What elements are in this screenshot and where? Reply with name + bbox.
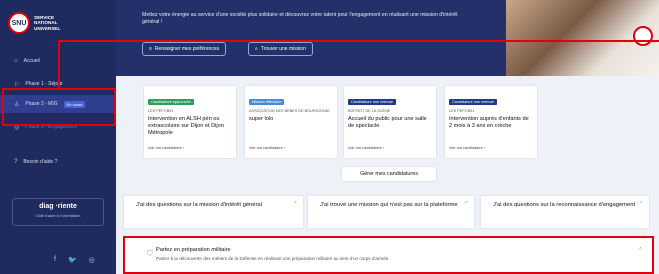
- question-text: J'ai des questions sur la reconnaissance…: [493, 202, 636, 208]
- logo-mark: SNU: [8, 12, 30, 34]
- flag-icon: ⚐: [14, 81, 20, 88]
- find-mission-button[interactable]: ⌕ Trouver une mission: [248, 42, 313, 56]
- snu-logo[interactable]: SNU SERVICE NATIONAL UNIVERSEL: [8, 12, 74, 34]
- question-card-mig[interactable]: J'ai des questions sur la mission d'inté…: [124, 196, 303, 228]
- instagram-icon[interactable]: ◎: [89, 256, 95, 264]
- question-card-platform[interactable]: J'ai trouvé une mission qui n'est pas su…: [308, 196, 474, 228]
- hero-photo: [506, 0, 659, 76]
- hero-banner: Mettez votre énergie au service d'une so…: [116, 0, 659, 76]
- card-title: Intervention auprès d'enfants de 2 mois …: [449, 115, 529, 129]
- search-icon: ⌕: [255, 46, 258, 52]
- card-status-badge: Candidature approuvée: [148, 99, 194, 105]
- card-link[interactable]: Voir ma candidature ›: [148, 146, 184, 150]
- sidebar-item-aide[interactable]: ? Besoin d'aide ?: [0, 153, 116, 171]
- hero-text: Mettez votre énergie au service d'une so…: [142, 12, 458, 25]
- sidebar-item-label: Besoin d'aide ?: [23, 159, 58, 165]
- application-card[interactable]: Candidature non retenue LES PEPCB91 Inte…: [445, 86, 537, 158]
- facebook-icon[interactable]: f: [54, 256, 56, 264]
- application-card[interactable]: Mission effectuée ASSOCIATION DES BEBES …: [245, 86, 337, 158]
- highlight-connector-horizontal: [58, 40, 659, 42]
- card-title: Accueil du public pour une salle de spec…: [348, 115, 427, 129]
- preferences-button-label: Renseigner mes préférences: [154, 46, 220, 52]
- highlight-box-prep: [123, 236, 654, 274]
- card-organization: LES PEPCB91: [449, 109, 475, 113]
- card-status-badge: Mission effectuée: [249, 99, 285, 105]
- diagoriente-title: diag ·riente: [39, 203, 77, 210]
- find-mission-button-label: Trouver une mission: [260, 46, 306, 52]
- external-link-icon: ↗: [292, 200, 297, 206]
- card-organization: BISTROT DE LA SCÈNE: [348, 109, 391, 113]
- page: SNU SERVICE NATIONAL UNIVERSEL ⌂ Accueil…: [0, 0, 659, 274]
- external-link-icon: ↗: [638, 200, 643, 206]
- card-status-badge: Candidature non retenue: [449, 99, 498, 105]
- preferences-button[interactable]: ≡ Renseigner mes préférences: [142, 42, 227, 56]
- card-link[interactable]: Voir ma candidature ›: [348, 146, 384, 150]
- question-card-recognition[interactable]: J'ai des questions sur la reconnaissance…: [481, 196, 649, 228]
- question-text: J'ai des questions sur la mission d'inté…: [136, 202, 262, 208]
- photo-logo-icon: [633, 26, 653, 46]
- manage-applications-button[interactable]: Gérer mes candidatures: [342, 167, 436, 181]
- card-organization: LES PEPCB91: [148, 109, 174, 113]
- card-title: super lolo: [249, 115, 274, 122]
- sidebar-item-label: Accueil: [23, 58, 40, 64]
- diagoriente-button[interactable]: diag ·riente Outil d'aide à l'orientatio…: [12, 198, 104, 226]
- highlight-box-sidebar: [2, 88, 116, 126]
- logo-text: SERVICE NATIONAL UNIVERSEL: [34, 15, 61, 31]
- social-links: f 🐦 ◎: [54, 256, 95, 264]
- card-organization: ASSOCIATION DES BEBES DE BOURGOGNE: [249, 109, 330, 113]
- card-link[interactable]: Voir ma candidature ›: [449, 146, 485, 150]
- application-card[interactable]: Candidature non retenue BISTROT DE LA SC…: [344, 86, 436, 158]
- diagoriente-subtitle: Outil d'aide à l'orientation: [35, 213, 81, 218]
- twitter-icon[interactable]: 🐦: [68, 256, 77, 264]
- application-card[interactable]: Candidature approuvée LES PEPCB91 Interv…: [144, 86, 236, 158]
- card-status-badge: Candidature non retenue: [348, 99, 397, 105]
- sliders-icon: ≡: [149, 46, 152, 52]
- home-icon: ⌂: [14, 58, 18, 64]
- highlight-connector-vertical: [58, 40, 60, 88]
- help-icon: ?: [14, 159, 18, 165]
- external-link-icon: ↗: [463, 200, 468, 206]
- card-link[interactable]: Voir ma candidature ›: [249, 146, 285, 150]
- card-title: Intervention en ALSH péri ou extrascolai…: [148, 115, 224, 136]
- question-text: J'ai trouvé une mission qui n'est pas su…: [320, 202, 458, 208]
